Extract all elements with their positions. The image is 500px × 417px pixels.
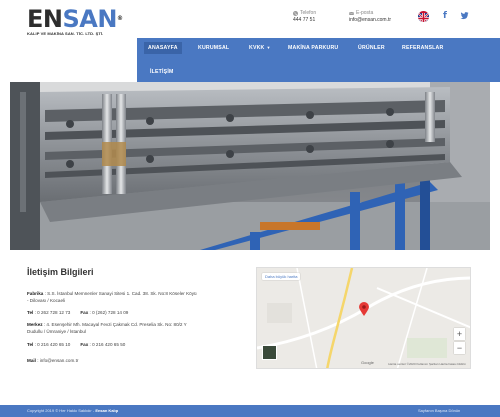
- map-attribution[interactable]: Harita verileri ©2020 Kullanım Şartları …: [388, 362, 466, 366]
- envelope-icon: [349, 11, 354, 15]
- hero-image: [10, 82, 490, 250]
- factory-address: Fabrika : S.S. İstanbul Memnenler Sanayi…: [27, 291, 197, 303]
- header-email: E-posta info@ensan.com.tr: [349, 10, 392, 24]
- copyright: Copyright 2019 © Her Hakkı Saklıdır - En…: [27, 408, 119, 413]
- facebook-icon[interactable]: f: [443, 11, 447, 21]
- satellite-toggle[interactable]: [262, 345, 277, 360]
- uk-flag-icon[interactable]: [418, 11, 429, 22]
- nav-kvkk[interactable]: KVKK ▼: [249, 45, 271, 51]
- mail-line: Mail : info@ensan.com.tr: [27, 358, 79, 363]
- email-address[interactable]: info@ensan.com.tr: [349, 17, 391, 24]
- map-pin-icon[interactable]: [359, 302, 369, 316]
- site-footer: Copyright 2019 © Her Hakkı Saklıdır - En…: [0, 405, 500, 417]
- google-wordmark: Google: [361, 360, 374, 365]
- nav-referanslar[interactable]: REFERANSLAR: [402, 45, 443, 51]
- header-phone: Telefon 444 77 51: [293, 10, 317, 24]
- google-map[interactable]: Daha büyük harita + − Google Harita veri…: [256, 267, 471, 369]
- nav-kurumsal[interactable]: KURUMSAL: [198, 45, 229, 51]
- ensan-logo[interactable]: ENSAN® KALIP VE MAKİNA SAN. TİC. LTD. ŞT…: [27, 5, 123, 36]
- zoom-in-button[interactable]: +: [454, 328, 465, 340]
- map-larger-link[interactable]: Daha büyük harita: [262, 273, 301, 280]
- mail-link[interactable]: : info@ensan.com.tr: [37, 358, 78, 363]
- phone-icon: [293, 11, 298, 16]
- zoom-out-button[interactable]: −: [454, 342, 465, 354]
- logo-wordmark: ENSAN®: [27, 5, 123, 33]
- nav-urunler[interactable]: ÜRÜNLER: [358, 45, 385, 51]
- chevron-down-icon: ▼: [266, 45, 271, 50]
- nav-anasayfa[interactable]: ANASAYFA: [144, 42, 182, 54]
- twitter-icon[interactable]: [460, 11, 469, 23]
- office-phones: Tel : 0 216 420 65 10 Fax : 0 216 420 65 …: [27, 342, 126, 347]
- phone-number[interactable]: 444 77 51: [293, 17, 316, 24]
- nav-iletisim[interactable]: İLETİŞİM: [150, 69, 174, 75]
- back-to-top-link[interactable]: Sayfanın Başına Dönün: [418, 408, 460, 413]
- site-header: ENSAN® KALIP VE MAKİNA SAN. TİC. LTD. ŞT…: [0, 0, 500, 38]
- nav-makina-parkuru[interactable]: MAKİNA PARKURU: [288, 45, 338, 51]
- factory-phones: Tel : 0 262 728 12 73 Fax : 0 (262) 728 1…: [27, 310, 129, 315]
- main-navigation: ANASAYFA KURUMSAL KVKK ▼ MAKİNA PARKURU Ü…: [137, 38, 500, 82]
- page: ENSAN® KALIP VE MAKİNA SAN. TİC. LTD. ŞT…: [0, 0, 500, 417]
- office-address: Merkez : 4. Esenşehir Mh. Macayal Fevzi …: [27, 322, 187, 334]
- map-tiles: [257, 268, 470, 368]
- contact-title: İletişim Bilgileri: [27, 267, 94, 277]
